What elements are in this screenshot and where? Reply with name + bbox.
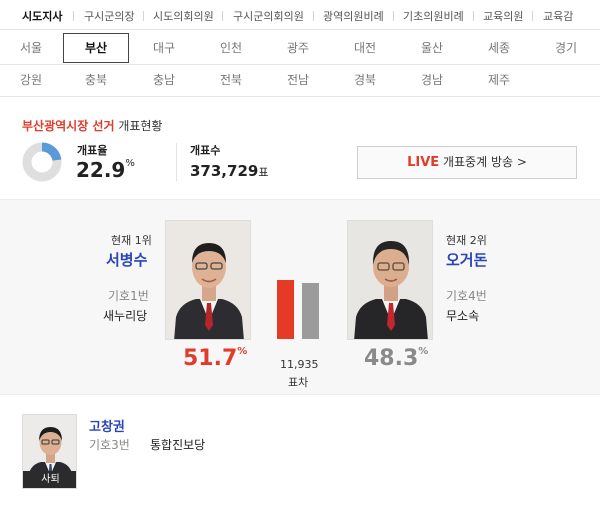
- results-panel: 현재 1위 서병수 기호1번 새누리당 51.7% 11,935 표차 현재 2…: [0, 199, 600, 395]
- count-unit: 표: [258, 166, 269, 179]
- count-label: 개표수: [190, 144, 221, 157]
- stat-divider: [176, 143, 177, 181]
- region-chungnam[interactable]: 충남: [131, 65, 197, 95]
- region-ulsan[interactable]: 울산: [399, 33, 465, 63]
- candidate-2-party: 무소속: [446, 309, 480, 323]
- nav-item-superintendent[interactable]: 교육감: [543, 8, 573, 24]
- nav-divider: [313, 11, 314, 21]
- region-sejong[interactable]: 세종: [466, 33, 532, 63]
- nav-item-local-council[interactable]: 구시군의회의원: [233, 8, 304, 24]
- count-readout: 373,729표: [190, 162, 268, 180]
- candidate-2-photo[interactable]: [347, 220, 433, 340]
- nav-item-education-council[interactable]: 교육의원: [483, 8, 523, 24]
- candidate-3-number: 기호3번: [89, 438, 130, 452]
- count-value: 373,729: [190, 162, 259, 180]
- live-broadcast-button[interactable]: LIVE 개표중계 방송 >: [357, 146, 577, 179]
- region-gwangju[interactable]: 광주: [265, 33, 331, 63]
- election-type-nav: 시도지사 구시군의장 시도의회의원 구시군의회의원 광역의원비례 기초의원비례 …: [0, 0, 600, 30]
- election-title: 부산광역시장 선거 개표현황: [22, 117, 162, 134]
- nav-divider: [222, 11, 223, 21]
- candidate-2-portrait: [348, 221, 432, 339]
- nav-item-city-council[interactable]: 시도의회의원: [153, 8, 214, 24]
- region-jeju[interactable]: 제주: [466, 65, 532, 95]
- live-label: LIVE: [407, 155, 440, 170]
- election-title-main: 부산광역시장 선거: [22, 119, 115, 133]
- region-gyeongnam[interactable]: 경남: [399, 65, 465, 95]
- region-gyeongbuk[interactable]: 경북: [332, 65, 398, 95]
- turnout-label: 개표율: [77, 144, 108, 157]
- region-jeonnam[interactable]: 전남: [265, 65, 331, 95]
- candidate-1-name[interactable]: 서병수: [106, 249, 147, 270]
- region-chungbuk[interactable]: 충북: [63, 65, 129, 95]
- turnout-readout: 22.9%: [76, 158, 135, 182]
- region-busan[interactable]: 부산: [63, 33, 129, 63]
- live-button-text: 개표중계 방송 >: [439, 155, 527, 169]
- nav-divider: [393, 11, 394, 21]
- region-selector: 서울 부산 대구 인천 광주 대전 울산 세종 경기 강원 충북 충남 전북 전…: [0, 33, 600, 97]
- candidate-2-pct-unit: %: [418, 346, 429, 357]
- nav-item-metro-proportional[interactable]: 광역의원비례: [323, 8, 384, 24]
- region-bottom-divider: [0, 96, 600, 97]
- candidate-1-photo[interactable]: [165, 220, 251, 340]
- candidate-2-share-bar: [302, 283, 319, 339]
- region-seoul[interactable]: 서울: [0, 33, 62, 63]
- vote-difference-value: 11,935: [280, 358, 319, 371]
- nav-divider: [143, 11, 144, 21]
- withdrawn-badge: 사퇴: [23, 471, 76, 488]
- count-progress-donut: [22, 142, 62, 182]
- region-daejeon[interactable]: 대전: [332, 33, 398, 63]
- vote-difference-label: 표차: [288, 376, 309, 389]
- turnout-value: 22.9: [76, 158, 126, 182]
- candidate-2-pct-value: 48.3: [364, 346, 419, 371]
- candidate-3-name[interactable]: 고창권: [89, 416, 125, 435]
- nav-item-mayor-governor[interactable]: 시도지사: [22, 8, 62, 24]
- nav-divider: [73, 11, 74, 21]
- candidate-2-name[interactable]: 오거돈: [446, 249, 487, 270]
- candidate-1-party: 새누리당: [103, 309, 148, 323]
- region-gyeonggi[interactable]: 경기: [533, 33, 599, 63]
- candidate-2-vote-share: 48.3%: [364, 346, 428, 371]
- candidate-1-number: 기호1번: [108, 289, 149, 303]
- nav-divider: [532, 11, 533, 21]
- candidate-1-pct-value: 51.7: [183, 346, 238, 371]
- nav-item-local-proportional[interactable]: 기초의원비례: [403, 8, 464, 24]
- region-jeonbuk[interactable]: 전북: [198, 65, 264, 95]
- region-incheon[interactable]: 인천: [198, 33, 264, 63]
- candidate-1-portrait: [166, 221, 250, 339]
- candidate-1-share-bar: [277, 279, 294, 339]
- candidate-3-party: 통합진보당: [150, 438, 206, 452]
- region-daegu[interactable]: 대구: [131, 33, 197, 63]
- turnout-unit: %: [125, 158, 135, 169]
- candidate-2-rank: 현재 2위: [446, 234, 487, 247]
- nav-divider: [473, 11, 474, 21]
- nav-item-local-head[interactable]: 구시군의장: [84, 8, 135, 24]
- election-title-suffix: 개표현황: [114, 119, 163, 133]
- candidate-1-vote-share: 51.7%: [183, 346, 247, 371]
- candidate-1-pct-unit: %: [237, 346, 248, 357]
- region-gangwon[interactable]: 강원: [0, 65, 62, 95]
- candidate-2-number: 기호4번: [446, 289, 487, 303]
- candidate-1-rank: 현재 1위: [111, 234, 152, 247]
- candidate-3-photo[interactable]: 사퇴: [22, 414, 77, 489]
